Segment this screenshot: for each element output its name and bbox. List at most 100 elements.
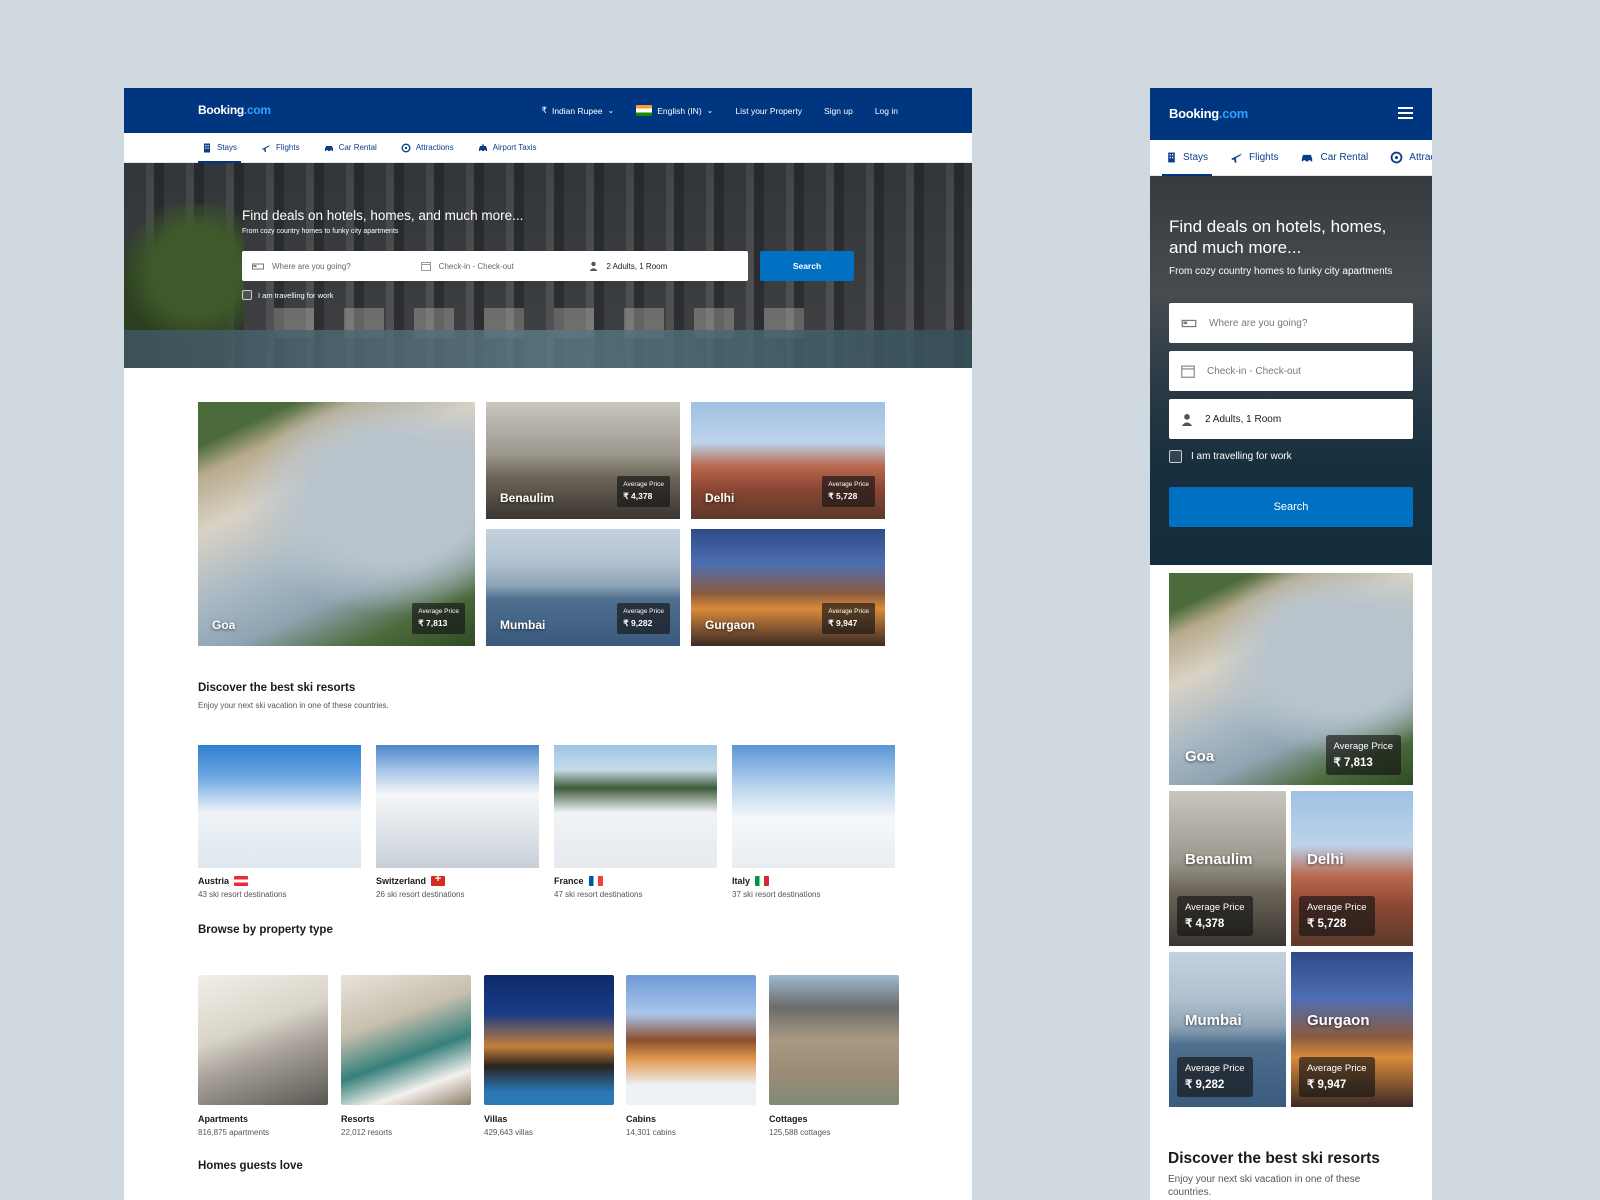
hero-title: Find deals on hotels, homes, and much mo… (1169, 217, 1387, 258)
hero-title: Find deals on hotels, homes, and much mo… (242, 208, 524, 223)
product-tabs: Stays Flights Car Rental Attractions Air… (124, 133, 972, 163)
average-price-badge: Average Price ₹ 5,728 (822, 476, 875, 507)
bed-icon (252, 263, 264, 269)
booking-logo[interactable]: Booking.com (1169, 106, 1248, 121)
chevron-down-icon: ⌄ (706, 106, 714, 115)
mobile-top-bar: Booking.com (1150, 88, 1432, 140)
tab-stays[interactable]: Stays (198, 133, 242, 163)
desktop-page: Booking.com ₹ Indian Rupee ⌄ English (IN… (124, 88, 972, 1200)
ski-section-title: Discover the best ski resorts (198, 682, 356, 694)
destination-tile-delhi[interactable]: Delhi Average Price ₹ 5,728 (691, 402, 885, 519)
guests-field[interactable]: 2 Adults, 1 Room (1169, 399, 1413, 439)
ski-card-italy[interactable]: Italy 37 ski resort destinations (732, 745, 895, 899)
average-price-badge: Average Price ₹ 9,947 (1299, 1057, 1375, 1097)
attractions-icon (401, 143, 411, 152)
work-travel-checkbox[interactable]: I am travelling for work (242, 290, 333, 300)
average-price-badge: Average Price ₹ 9,282 (617, 603, 670, 634)
destination-tile-mumbai[interactable]: Mumbai Average Price ₹ 9,282 (1169, 952, 1286, 1107)
property-card-cabins[interactable]: Cabins 14,301 cabins (626, 975, 756, 1137)
italy-flag-icon (755, 876, 770, 886)
ski-section-subtitle: Enjoy your next ski vacation in one of t… (198, 701, 389, 710)
property-card-apartments[interactable]: Apartments 816,875 apartments (198, 975, 328, 1137)
ski-section-subtitle: Enjoy your next ski vacation in one of t… (1168, 1174, 1361, 1198)
car-icon (1302, 154, 1313, 163)
tab-car-rental[interactable]: Car Rental (320, 133, 381, 162)
average-price-badge: Average Price ₹ 9,947 (822, 603, 875, 634)
tab-attractions[interactable]: Attractions (1386, 140, 1432, 175)
property-card-villas[interactable]: Villas 429,643 villas (484, 975, 614, 1137)
property-photo (626, 975, 756, 1105)
homes-section-title: Homes guests love (198, 1160, 303, 1172)
calendar-icon (1181, 365, 1195, 378)
hero-subtitle: From cozy country homes to funky city ap… (242, 228, 399, 235)
mobile-hero-banner: Find deals on hotels, homes, and much mo… (1150, 176, 1432, 565)
india-flag-icon (636, 105, 653, 116)
currency-selector[interactable]: ₹ Indian Rupee ⌄ (542, 105, 615, 116)
average-price-badge: Average Price ₹ 4,378 (617, 476, 670, 507)
tab-attractions[interactable]: Attractions (397, 133, 458, 162)
language-selector[interactable]: English (IN) ⌄ (636, 105, 713, 116)
average-price-badge: Average Price ₹ 4,378 (1177, 896, 1253, 936)
plane-icon (262, 144, 271, 152)
hero-photo-pool (124, 330, 972, 368)
mobile-page: Booking.com Stays Flights Car Rental Att… (1150, 88, 1432, 1200)
search-bar: Where are you going? Check-in - Check-ou… (242, 251, 748, 281)
destination-tile-goa[interactable]: Goa Average Price ₹ 7,813 (198, 402, 475, 646)
destination-field[interactable]: Where are you going? (1169, 303, 1413, 343)
top-bar: Booking.com ₹ Indian Rupee ⌄ English (IN… (124, 88, 972, 133)
mobile-product-tabs: Stays Flights Car Rental Attractions (1150, 140, 1432, 176)
destination-tile-goa[interactable]: Goa Average Price ₹ 7,813 (1169, 573, 1413, 785)
guests-field[interactable]: 2 Adults, 1 Room (579, 251, 748, 281)
average-price-badge: Average Price ₹ 7,813 (1325, 735, 1401, 775)
property-photo (769, 975, 899, 1105)
destination-tile-benaulim[interactable]: Benaulim Average Price ₹ 4,378 (486, 402, 680, 519)
tab-flights[interactable]: Flights (1226, 140, 1282, 175)
average-price-badge: Average Price ₹ 5,728 (1299, 896, 1375, 936)
work-travel-checkbox[interactable]: I am travelling for work (1169, 450, 1292, 463)
checkbox-box[interactable] (1169, 450, 1182, 463)
destination-tile-gurgaon[interactable]: Gurgaon Average Price ₹ 9,947 (691, 529, 885, 646)
destination-tile-gurgaon[interactable]: Gurgaon Average Price ₹ 9,947 (1291, 952, 1413, 1107)
building-icon (204, 143, 210, 152)
property-section-title: Browse by property type (198, 924, 333, 936)
search-button[interactable]: Search (1169, 487, 1413, 527)
ski-card-austria[interactable]: Austria 43 ski resort destinations (198, 745, 361, 899)
sign-up-link[interactable]: Sign up (824, 106, 853, 116)
booking-logo[interactable]: Booking.com (198, 103, 271, 117)
tab-flights[interactable]: Flights (257, 133, 304, 162)
tab-stays[interactable]: Stays (1162, 140, 1213, 176)
property-photo (341, 975, 471, 1105)
ski-card-switzerland[interactable]: Switzerland 26 ski resort destinations (376, 745, 539, 899)
bed-icon (1181, 319, 1197, 327)
ski-card-france[interactable]: France 47 ski resort destinations (554, 745, 717, 899)
ski-photo (554, 745, 717, 868)
checkbox-box[interactable] (242, 290, 252, 300)
log-in-link[interactable]: Log in (875, 106, 898, 116)
france-flag-icon (588, 876, 603, 886)
property-card-cottages[interactable]: Cottages 125,588 cottages (769, 975, 899, 1137)
destination-tile-mumbai[interactable]: Mumbai Average Price ₹ 9,282 (486, 529, 680, 646)
ski-photo (198, 745, 361, 868)
hamburger-menu-icon[interactable] (1398, 107, 1413, 119)
car-icon (324, 145, 333, 152)
switzerland-flag-icon (431, 873, 446, 886)
average-price-badge: Average Price ₹ 9,282 (1177, 1057, 1253, 1097)
dates-field[interactable]: Check-in - Check-out (1169, 351, 1413, 391)
destination-tile-delhi[interactable]: Delhi Average Price ₹ 5,728 (1291, 791, 1413, 946)
building-icon (1168, 152, 1175, 163)
average-price-badge: Average Price ₹ 7,813 (412, 603, 465, 634)
ski-photo (732, 745, 895, 868)
rupee-icon: ₹ (541, 105, 547, 115)
attractions-icon (1390, 151, 1403, 164)
search-button[interactable]: Search (760, 251, 854, 281)
property-photo (484, 975, 614, 1105)
list-property-link[interactable]: List your Property (735, 106, 802, 116)
dates-field[interactable]: Check-in - Check-out (411, 251, 580, 281)
person-icon (589, 261, 598, 271)
tab-airport-taxis[interactable]: Airport Taxis (474, 133, 541, 162)
tab-car-rental[interactable]: Car Rental (1296, 140, 1372, 175)
austria-flag-icon (234, 876, 249, 886)
destination-tile-benaulim[interactable]: Benaulim Average Price ₹ 4,378 (1169, 791, 1286, 946)
property-card-resorts[interactable]: Resorts 22,012 resorts (341, 975, 471, 1137)
destination-field[interactable]: Where are you going? (242, 251, 411, 281)
